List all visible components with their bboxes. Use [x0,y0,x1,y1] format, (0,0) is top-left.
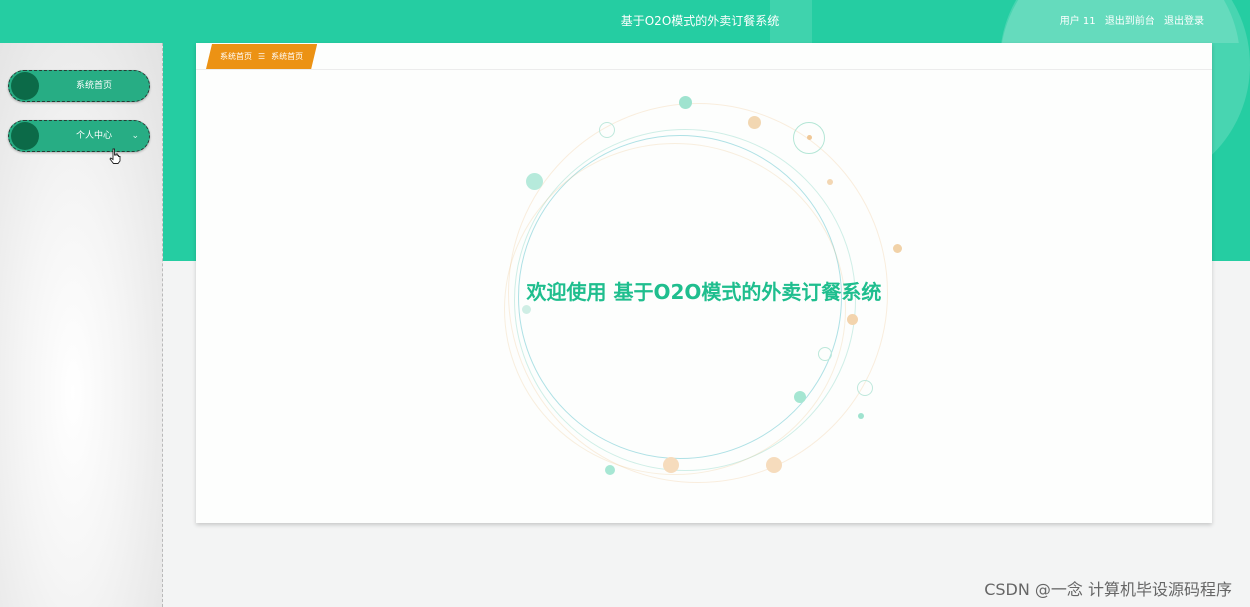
breadcrumb-home-link[interactable]: 系统首页 [220,52,252,61]
decor-dot [794,391,806,403]
decor-dot [748,116,761,129]
hand-cursor-icon [109,148,121,164]
decor-dot [766,457,782,473]
watermark-text: CSDN @一念 计算机毕设源码程序 [984,580,1232,599]
sidebar-item-knob [11,72,39,100]
decor-dot [847,314,858,325]
decor-dot [526,173,543,190]
decor-dot [893,244,902,253]
sidebar-item-knob [11,122,39,150]
app-title: 基于O2O模式的外卖订餐系统 [620,14,780,28]
decor-dot [605,465,615,475]
decor-small-ring [599,122,615,138]
sidebar: 系统首页 个人中心 ⌄ [0,43,163,607]
breadcrumb-current: 系统首页 [271,52,304,61]
decor-dot [522,305,531,314]
sidebar-item-label: 系统首页 [75,81,112,91]
decor-dot [858,413,864,419]
decor-orange-ring [504,143,846,475]
breadcrumb-separator-icon: ☰ [258,52,266,61]
breadcrumb: 系统首页 ☰ 系统首页 [206,44,317,69]
card-divider [196,69,1212,70]
sidebar-item-personal-center[interactable]: 个人中心 ⌄ [8,120,150,152]
app-root: 基于O2O模式的外卖订餐系统 用户 11 退出到前台 退出登录 系统首页 个人中… [0,0,1250,607]
decor-small-ring [857,380,873,396]
decor-dot [679,96,692,109]
decor-small-ring [818,347,832,361]
decor-dot [663,457,679,473]
chevron-down-icon: ⌄ [131,131,139,141]
sidebar-item-home[interactable]: 系统首页 [8,70,150,102]
welcome-message: 欢迎使用 基于O2O模式的外卖订餐系统 [526,280,882,304]
decor-dot [807,135,812,140]
decor-dot [827,179,833,185]
